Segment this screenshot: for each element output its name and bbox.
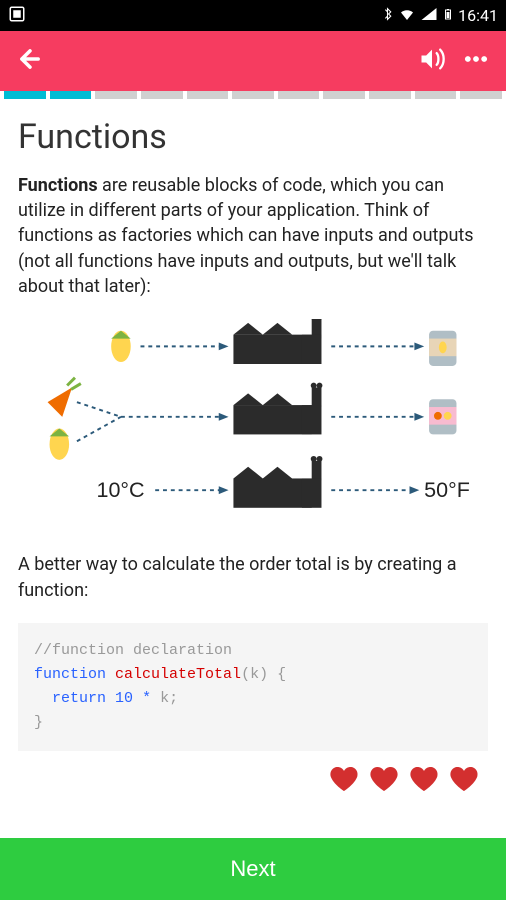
status-time: 16:41 bbox=[458, 6, 498, 25]
intro-paragraph: Functions are reusable blocks of code, w… bbox=[18, 173, 488, 299]
arrow-head bbox=[219, 413, 229, 421]
next-button[interactable]: Next bbox=[0, 838, 506, 900]
lesson-content: Functions Functions are reusable blocks … bbox=[0, 99, 506, 838]
progress-segment bbox=[323, 91, 365, 99]
corn-icon bbox=[111, 331, 131, 362]
progress-bar bbox=[0, 91, 506, 99]
progress-segment bbox=[50, 91, 92, 99]
arrow-head bbox=[414, 342, 424, 350]
input-temp-label: 10°C bbox=[96, 478, 144, 502]
code-comment: //function declaration bbox=[34, 639, 472, 663]
arrow-head bbox=[219, 342, 229, 350]
progress-segment bbox=[369, 91, 411, 99]
code-block: //function declaration function calculat… bbox=[18, 623, 488, 751]
page-title: Functions bbox=[18, 117, 488, 157]
branch-line bbox=[77, 402, 121, 441]
bluetooth-icon bbox=[381, 5, 394, 27]
carrot-icon bbox=[48, 378, 81, 417]
heart-icon bbox=[448, 763, 480, 799]
heart-icon bbox=[328, 763, 360, 799]
notification-icon bbox=[8, 8, 26, 27]
arrow-head bbox=[219, 486, 229, 494]
android-status-bar: 16:41 bbox=[0, 0, 506, 31]
hearts-row bbox=[18, 763, 488, 799]
can-icon bbox=[429, 331, 456, 366]
code-line: return 10 * k; bbox=[34, 687, 472, 711]
factory-icon bbox=[233, 319, 322, 364]
heart-icon bbox=[408, 763, 440, 799]
code-line: } bbox=[34, 711, 472, 735]
progress-segment bbox=[232, 91, 274, 99]
back-button[interactable] bbox=[16, 45, 44, 77]
progress-segment bbox=[278, 91, 320, 99]
progress-segment bbox=[415, 91, 457, 99]
app-top-bar bbox=[0, 31, 506, 91]
factory-icon bbox=[233, 456, 322, 508]
heart-icon bbox=[368, 763, 400, 799]
progress-segment bbox=[4, 91, 46, 99]
progress-segment bbox=[460, 91, 502, 99]
signal-icon bbox=[420, 5, 438, 27]
factory-diagram: 10°C 50°F bbox=[18, 319, 488, 528]
sound-button[interactable] bbox=[418, 45, 446, 77]
factory-icon bbox=[233, 383, 322, 435]
output-temp-label: 50°F bbox=[424, 478, 470, 502]
progress-segment bbox=[141, 91, 183, 99]
wifi-icon bbox=[398, 5, 416, 27]
second-paragraph: A better way to calculate the order tota… bbox=[18, 552, 488, 602]
intro-bold: Functions bbox=[18, 175, 98, 196]
more-button[interactable] bbox=[462, 45, 490, 77]
arrow-head bbox=[414, 413, 424, 421]
corn-icon bbox=[50, 428, 70, 459]
code-line: function calculateTotal(k) { bbox=[34, 663, 472, 687]
can-icon bbox=[429, 399, 456, 434]
progress-segment bbox=[187, 91, 229, 99]
battery-icon bbox=[442, 5, 454, 27]
progress-segment bbox=[95, 91, 137, 99]
arrow-head bbox=[410, 486, 420, 494]
